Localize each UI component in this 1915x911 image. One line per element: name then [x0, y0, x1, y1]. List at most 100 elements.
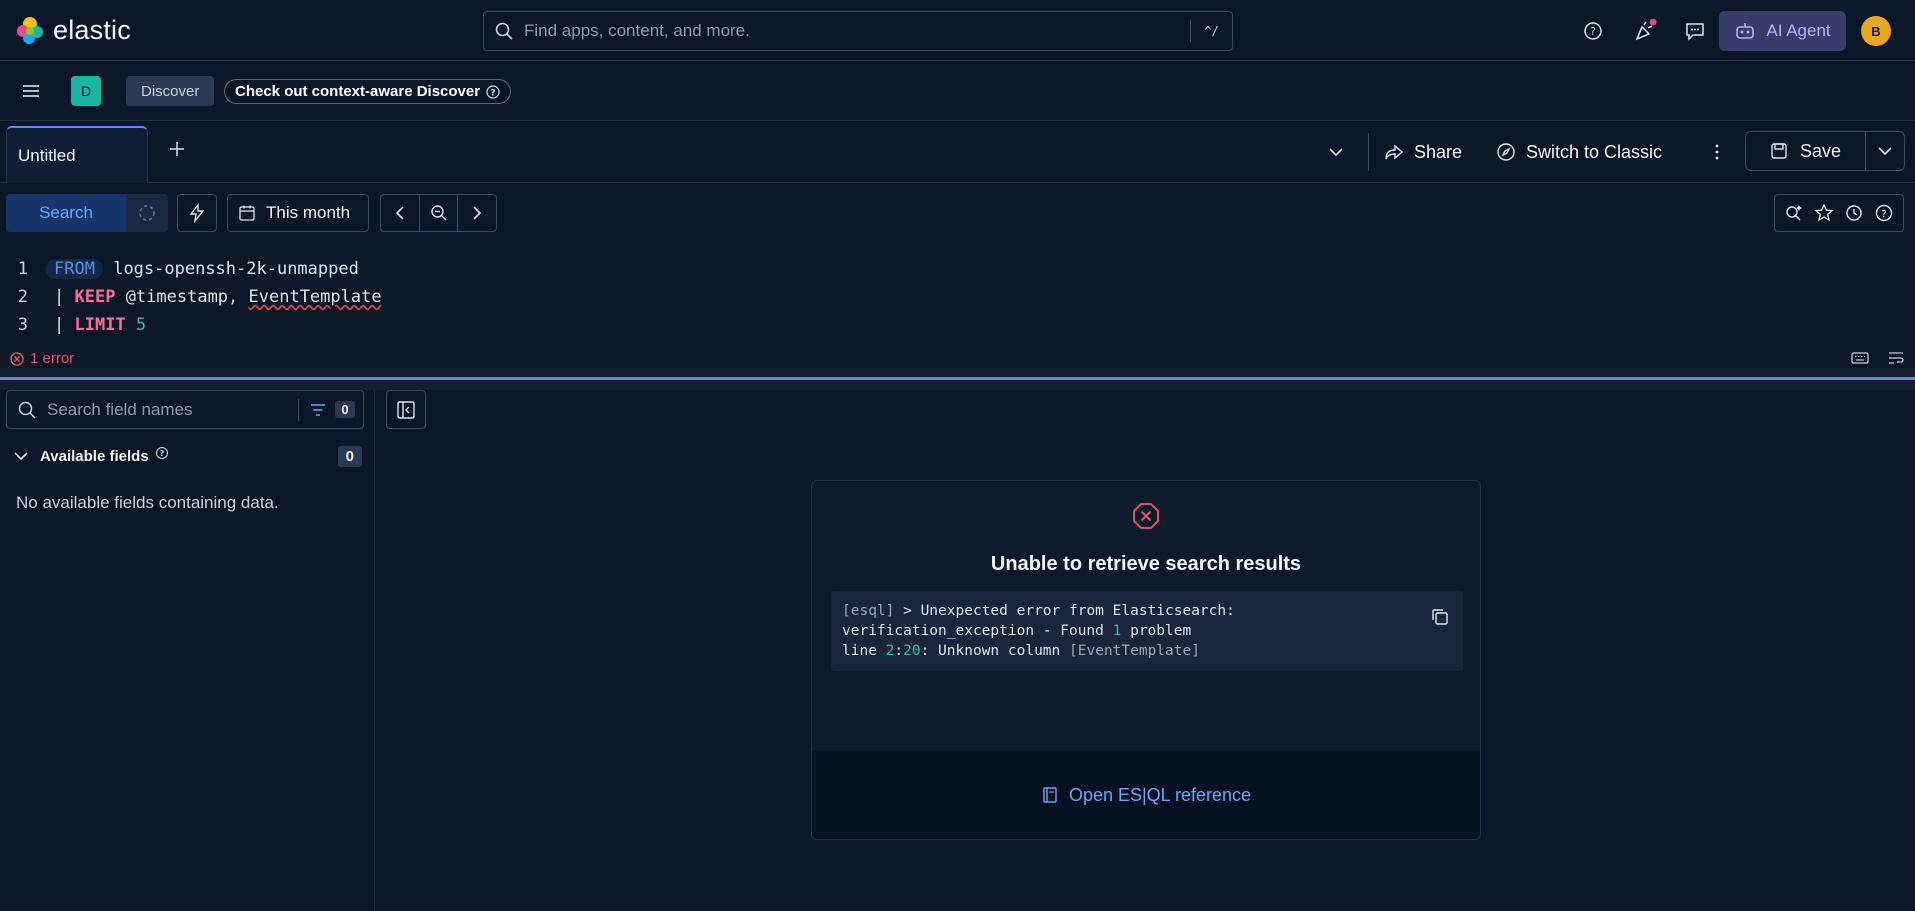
quick-query-button[interactable] — [177, 194, 217, 232]
error-line-3-text: line — [842, 643, 886, 659]
index-name: logs-openssh-2k-unmapped — [113, 258, 359, 279]
error-line-2-suffix: problem — [1121, 623, 1192, 639]
toolbar-divider — [1368, 133, 1369, 171]
esql-reference-label: Open ES|QL reference — [1068, 784, 1252, 805]
breadcrumb-bar: D Discover Check out context-aware Disco… — [0, 61, 1915, 121]
more-options-icon[interactable] — [1707, 137, 1727, 167]
date-picker-button[interactable]: This month — [227, 194, 369, 232]
sidebar-collapse-icon — [397, 400, 415, 419]
editor-error-status[interactable]: 1 error — [10, 350, 74, 367]
share-button[interactable]: Share — [1384, 137, 1462, 167]
svg-text:?: ? — [490, 88, 495, 98]
tabs-row: Untitled Share Switch to Classic Save — [0, 121, 1915, 183]
esql-reference-link[interactable]: Open ES|QL reference — [812, 751, 1480, 839]
limit-value: 5 — [135, 314, 147, 335]
global-search-placeholder: Find apps, content, and more. — [524, 21, 750, 40]
search-button[interactable]: Search — [6, 194, 126, 232]
keyboard-icon[interactable] — [1851, 350, 1869, 366]
save-icon — [1771, 143, 1787, 159]
brand-name: elastic — [53, 15, 131, 45]
error-source-tag: [esql] — [842, 603, 895, 619]
collapse-sidebar-button[interactable] — [386, 390, 426, 429]
editor-resize-handle[interactable] — [0, 377, 1915, 380]
code-line-2[interactable]: 2 | KEEP @timestamp, EventTemplate — [0, 283, 382, 310]
cancel-request-button[interactable] — [126, 194, 168, 232]
history-icon[interactable] — [1844, 203, 1864, 223]
search-shortcut-hint: ^/ — [1190, 20, 1232, 42]
error-line-2-text: verification_exception - Found — [842, 623, 1113, 639]
editor-footer-tools — [1851, 350, 1905, 366]
previous-period-chevron-left-icon[interactable] — [381, 195, 419, 231]
star-icon[interactable] — [1814, 203, 1834, 223]
save-options-chevron-icon[interactable] — [1866, 132, 1904, 170]
keep-columns: @timestamp, — [125, 286, 249, 307]
book-icon — [1043, 787, 1057, 803]
ai-assist-icon[interactable] — [1784, 203, 1804, 223]
field-search-placeholder: Search field names — [47, 399, 193, 419]
news-feed-icon[interactable] — [1632, 18, 1658, 44]
date-range-label: This month — [266, 203, 351, 222]
editor-tools-group: ? — [1774, 194, 1904, 232]
share-label: Share — [1414, 141, 1463, 162]
zoom-out-icon[interactable] — [418, 195, 458, 231]
field-type-filter-button[interactable]: 0 — [298, 398, 363, 421]
code-line-1[interactable]: 1 FROM logs-openssh-2k-unmapped — [0, 255, 359, 282]
search-icon — [18, 401, 36, 419]
space-avatar[interactable]: D — [71, 76, 101, 106]
loading-spinner-icon — [139, 205, 155, 221]
tab-untitled[interactable]: Untitled — [6, 126, 148, 183]
search-icon — [495, 22, 513, 40]
help-icon: ? — [486, 84, 500, 99]
copy-icon[interactable] — [1430, 607, 1450, 627]
ai-agent-label: AI Agent — [1766, 21, 1831, 40]
line-number: 3 — [17, 314, 28, 335]
error-column-token: EventTemplate — [248, 286, 382, 307]
error-column-name: [EventTemplate] — [1069, 643, 1200, 659]
save-button[interactable]: Save — [1746, 132, 1866, 170]
word-wrap-icon[interactable] — [1887, 350, 1905, 366]
line-number: 2 — [17, 286, 28, 307]
available-fields-toggle[interactable]: Available fields ? 0 — [12, 444, 362, 468]
ai-agent-button[interactable]: AI Agent — [1719, 11, 1846, 51]
top-header: elastic Find apps, content, and more. ^/… — [0, 0, 1915, 61]
error-line-3-message: : Unknown column — [920, 643, 1069, 659]
user-avatar[interactable]: B — [1861, 16, 1891, 46]
global-search-input[interactable]: Find apps, content, and more. ^/ — [483, 11, 1233, 51]
keyword-limit: LIMIT — [74, 314, 126, 335]
context-aware-promo-badge[interactable]: Check out context-aware Discover ? — [224, 79, 512, 104]
search-error-panel: Unable to retrieve search results [esql]… — [811, 480, 1481, 840]
help-icon[interactable]: ? — [1580, 18, 1606, 44]
pipe-symbol: | — [54, 286, 75, 307]
available-fields-count: 0 — [337, 445, 362, 467]
bolt-icon — [189, 203, 205, 223]
error-column-number: 20 — [903, 643, 921, 659]
code-line-3[interactable]: 3 | LIMIT 5 — [0, 311, 146, 338]
promo-label: Check out context-aware Discover — [235, 83, 481, 100]
next-period-chevron-right-icon[interactable] — [457, 195, 496, 231]
filter-count-badge: 0 — [335, 401, 355, 418]
robot-icon — [1736, 23, 1755, 39]
error-title: Unable to retrieve search results — [990, 553, 1302, 575]
field-search-input[interactable]: Search field names 0 — [6, 390, 364, 429]
help-icon[interactable]: ? — [1874, 203, 1894, 223]
save-label: Save — [1799, 140, 1842, 161]
error-details-code-block: [esql] > Unexpected error from Elasticse… — [831, 591, 1463, 671]
error-icon — [1132, 502, 1160, 530]
elastic-logo[interactable]: elastic — [15, 15, 131, 46]
breadcrumb-discover[interactable]: Discover — [126, 76, 215, 106]
switch-to-classic-button[interactable]: Switch to Classic — [1496, 137, 1662, 167]
error-position-separator: : — [894, 643, 904, 659]
line-number: 1 — [17, 258, 28, 279]
elastic-logo-icon — [17, 16, 43, 44]
svg-text:?: ? — [159, 449, 164, 458]
share-icon — [1385, 144, 1404, 160]
info-icon: ? — [155, 446, 168, 460]
hamburger-menu-icon[interactable] — [20, 80, 42, 102]
svg-text:?: ? — [1881, 209, 1886, 220]
switch-to-classic-label: Switch to Classic — [1526, 141, 1663, 162]
tabs-dropdown-icon[interactable] — [1326, 137, 1346, 167]
keyword-keep: KEEP — [74, 286, 116, 307]
add-tab-icon[interactable] — [166, 138, 188, 160]
chat-feedback-icon[interactable] — [1682, 18, 1708, 44]
svg-text:?: ? — [1590, 25, 1596, 38]
